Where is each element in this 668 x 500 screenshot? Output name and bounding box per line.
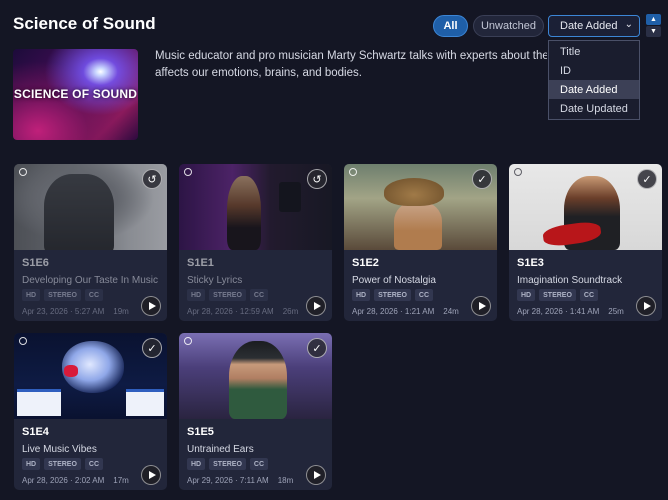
cc-badge: CC xyxy=(84,458,104,470)
episode-duration: 26m xyxy=(282,307,299,316)
chevron-down-icon: ⌄ xyxy=(624,19,633,30)
episode-code: S1E5 xyxy=(187,426,214,438)
episode-badges: HD STEREO CC xyxy=(352,289,434,301)
stereo-badge: STEREO xyxy=(44,289,81,301)
episode-code: S1E3 xyxy=(517,257,544,269)
cc-badge: CC xyxy=(579,289,599,301)
episode-date: Apr 29, 2026 · 7:11 AM xyxy=(187,476,269,485)
network-logo-icon xyxy=(184,337,192,345)
check-icon[interactable]: ✓ xyxy=(307,338,327,358)
episode-title: Sticky Lyrics xyxy=(187,275,243,286)
episode-code: S1E6 xyxy=(22,257,49,269)
episode-date: Apr 28, 2026 · 2:02 AM xyxy=(22,476,105,485)
show-description-line: affects our emotions, brains, and bodies… xyxy=(155,67,362,79)
network-logo-icon xyxy=(19,168,27,176)
episode-code: S1E2 xyxy=(352,257,379,269)
episode-meta: Apr 23, 2026 · 5:27 AM 19m xyxy=(22,307,129,316)
network-logo-icon xyxy=(514,168,522,176)
episode-badges: HD STEREO CC xyxy=(22,458,104,470)
episode-meta: Apr 29, 2026 · 7:11 AM 18m xyxy=(187,476,293,485)
stereo-badge: STEREO xyxy=(209,289,246,301)
episode-card-s1e4[interactable]: ✓ S1E4 Live Music Vibes HD STEREO CC Apr… xyxy=(14,333,167,490)
show-description-line: Music educator and pro musician Marty Sc… xyxy=(155,50,547,62)
sort-option-date-updated[interactable]: Date Updated xyxy=(549,99,639,118)
episode-title: Power of Nostalgia xyxy=(352,275,436,286)
episode-date: Apr 23, 2026 · 5:27 AM xyxy=(22,307,105,316)
episode-title: Untrained Ears xyxy=(187,444,254,455)
cc-badge: CC xyxy=(84,289,104,301)
sort-option-id[interactable]: ID xyxy=(549,61,639,80)
hd-badge: HD xyxy=(352,289,371,301)
check-icon[interactable]: ✓ xyxy=(637,169,657,189)
hd-badge: HD xyxy=(517,289,536,301)
replay-icon[interactable]: ↺ xyxy=(142,169,162,189)
episode-badges: HD STEREO CC xyxy=(517,289,599,301)
hd-badge: HD xyxy=(22,458,41,470)
stereo-badge: STEREO xyxy=(44,458,81,470)
episode-card-s1e2[interactable]: ✓ S1E2 Power of Nostalgia HD STEREO CC A… xyxy=(344,164,497,321)
episode-card-s1e3[interactable]: ✓ S1E3 Imagination Soundtrack HD STEREO … xyxy=(509,164,662,321)
replay-icon[interactable]: ↺ xyxy=(307,169,327,189)
episode-duration: 25m xyxy=(608,307,624,316)
play-icon[interactable] xyxy=(306,465,326,485)
sort-option-date-added[interactable]: Date Added xyxy=(549,80,639,99)
play-icon[interactable] xyxy=(306,296,326,316)
episode-title: Imagination Soundtrack xyxy=(517,275,623,286)
check-icon[interactable]: ✓ xyxy=(472,169,492,189)
episode-code: S1E4 xyxy=(22,426,49,438)
episode-badges: HD STEREO CC xyxy=(187,458,269,470)
episode-code: S1E1 xyxy=(187,257,214,269)
stereo-badge: STEREO xyxy=(209,458,246,470)
episode-title: Live Music Vibes xyxy=(22,444,97,455)
episode-date: Apr 28, 2026 · 1:41 AM xyxy=(517,307,600,316)
network-logo-icon xyxy=(349,168,357,176)
stereo-badge: STEREO xyxy=(539,289,576,301)
sort-descending-button[interactable]: ▼ xyxy=(646,26,661,37)
episode-card-s1e1[interactable]: ↺ S1E1 Sticky Lyrics HD STEREO CC Apr 28… xyxy=(179,164,332,321)
play-icon[interactable] xyxy=(141,465,161,485)
filter-all-button[interactable]: All xyxy=(433,15,468,37)
episode-card-s1e6[interactable]: ↺ S1E6 Developing Our Taste In Music HD … xyxy=(14,164,167,321)
hd-badge: HD xyxy=(22,289,41,301)
cc-badge: CC xyxy=(414,289,434,301)
sort-ascending-button[interactable]: ▲ xyxy=(646,14,661,25)
check-icon[interactable]: ✓ xyxy=(142,338,162,358)
sort-option-title[interactable]: Title xyxy=(549,42,639,61)
play-icon[interactable] xyxy=(636,296,656,316)
hd-badge: HD xyxy=(187,458,206,470)
episode-meta: Apr 28, 2026 · 1:41 AM 25m xyxy=(517,307,624,316)
episode-date: Apr 28, 2026 · 1:21 AM xyxy=(352,307,435,316)
sort-selected-value: Date Added xyxy=(560,20,618,32)
episode-badges: HD STEREO CC xyxy=(187,289,269,301)
stereo-badge: STEREO xyxy=(374,289,411,301)
sort-select[interactable]: Date Added ⌄ xyxy=(548,15,640,37)
episode-meta: Apr 28, 2026 · 1:21 AM 24m xyxy=(352,307,459,316)
show-poster-title: SCIENCE OF SOUND xyxy=(13,87,138,101)
episode-badges: HD STEREO CC xyxy=(22,289,104,301)
network-logo-icon xyxy=(19,337,27,345)
filter-unwatched-button[interactable]: Unwatched xyxy=(473,15,544,37)
page-title: Science of Sound xyxy=(13,14,156,33)
show-poster: SCIENCE OF SOUND xyxy=(13,49,138,140)
show-description: Music educator and pro musician Marty Sc… xyxy=(155,48,547,82)
play-icon[interactable] xyxy=(141,296,161,316)
play-icon[interactable] xyxy=(471,296,491,316)
episode-duration: 19m xyxy=(113,307,129,316)
sort-dropdown-menu: Title ID Date Added Date Updated xyxy=(548,40,640,120)
episode-duration: 24m xyxy=(443,307,459,316)
episode-title: Developing Our Taste In Music xyxy=(22,275,158,286)
cc-badge: CC xyxy=(249,458,269,470)
episode-card-s1e5[interactable]: ✓ S1E5 Untrained Ears HD STEREO CC Apr 2… xyxy=(179,333,332,490)
cc-badge: CC xyxy=(249,289,269,301)
episode-date: Apr 28, 2026 · 12:59 AM xyxy=(187,307,274,316)
hd-badge: HD xyxy=(187,289,206,301)
network-logo-icon xyxy=(184,168,192,176)
episode-meta: Apr 28, 2026 · 12:59 AM 26m xyxy=(187,307,298,316)
episode-duration: 18m xyxy=(277,476,294,485)
episode-meta: Apr 28, 2026 · 2:02 AM 17m xyxy=(22,476,129,485)
episode-duration: 17m xyxy=(113,476,129,485)
